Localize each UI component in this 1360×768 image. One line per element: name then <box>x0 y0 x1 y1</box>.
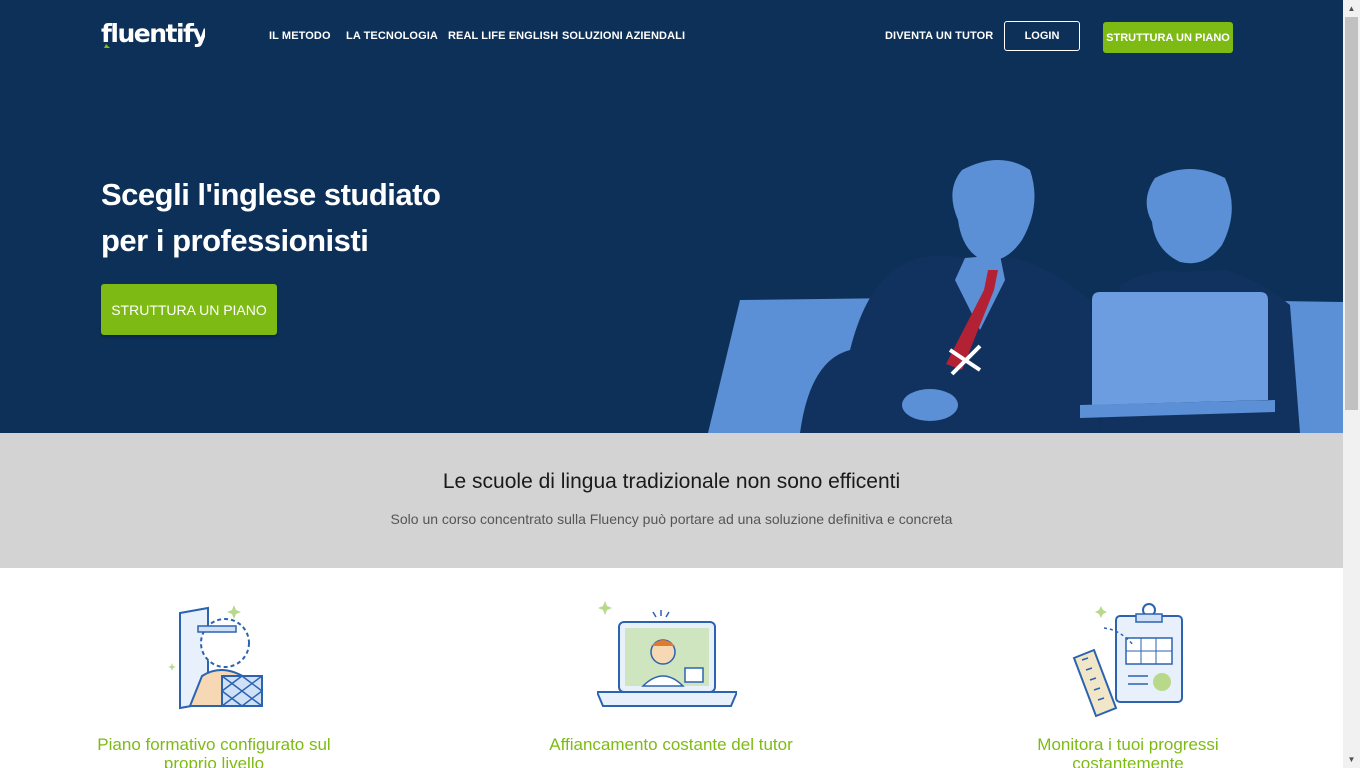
scrollbar-up-arrow-icon[interactable]: ▲ <box>1343 0 1360 17</box>
top-navigation: fluentify IL METODO LA TECNOLOGIA REAL L… <box>0 0 1343 74</box>
hero-section: fluentify IL METODO LA TECNOLOGIA REAL L… <box>0 0 1343 433</box>
mirror-person-icon <box>168 605 263 710</box>
hero-title: Scegli l'inglese studiato per i professi… <box>101 172 521 264</box>
laptop-video-call-icon <box>597 601 737 707</box>
nav-link-metodo[interactable]: IL METODO <box>269 30 331 42</box>
logo-text: fluentify <box>101 19 205 48</box>
vertical-scrollbar[interactable]: ▲ ▼ <box>1343 0 1360 768</box>
nav-link-diventa-tutor[interactable]: DIVENTA UN TUTOR <box>885 30 993 42</box>
feature-title-monitora: Monitora i tuoi progressi costantemente <box>1037 735 1219 768</box>
login-button[interactable]: LOGIN <box>1004 21 1080 51</box>
hero-title-line-2: per i professionisti <box>101 223 369 258</box>
page: fluentify IL METODO LA TECNOLOGIA REAL L… <box>0 0 1343 768</box>
intro-subtitle: Solo un corso concentrato sulla Fluency … <box>390 511 953 527</box>
intro-band <box>0 433 1343 568</box>
intro-title: Le scuole di lingua tradizionale non son… <box>442 470 901 493</box>
feature-title-affiancamento: Affiancamento costante del tutor <box>549 735 793 754</box>
nav-link-real-life-english[interactable]: REAL LIFE ENGLISH <box>448 30 558 42</box>
hero-struttura-piano-button[interactable]: STRUTTURA UN PIANO <box>101 284 277 335</box>
hero-title-line-1: Scegli l'inglese studiato <box>101 177 441 212</box>
scrollbar-down-arrow-icon[interactable]: ▼ <box>1343 751 1360 768</box>
fluentify-logo[interactable]: fluentify <box>101 12 205 52</box>
feature-title-piano-formativo: Piano formativo configurato sul proprio … <box>97 735 331 768</box>
clipboard-ruler-icon <box>1072 603 1183 718</box>
nav-struttura-piano-button[interactable]: STRUTTURA UN PIANO <box>1103 22 1233 53</box>
businessmen-illustration <box>708 160 1343 433</box>
nav-link-tecnologia[interactable]: LA TECNOLOGIA <box>346 30 438 42</box>
scrollbar-thumb[interactable] <box>1345 17 1358 410</box>
nav-link-soluzioni-aziendali[interactable]: SOLUZIONI AZIENDALI <box>562 30 685 42</box>
